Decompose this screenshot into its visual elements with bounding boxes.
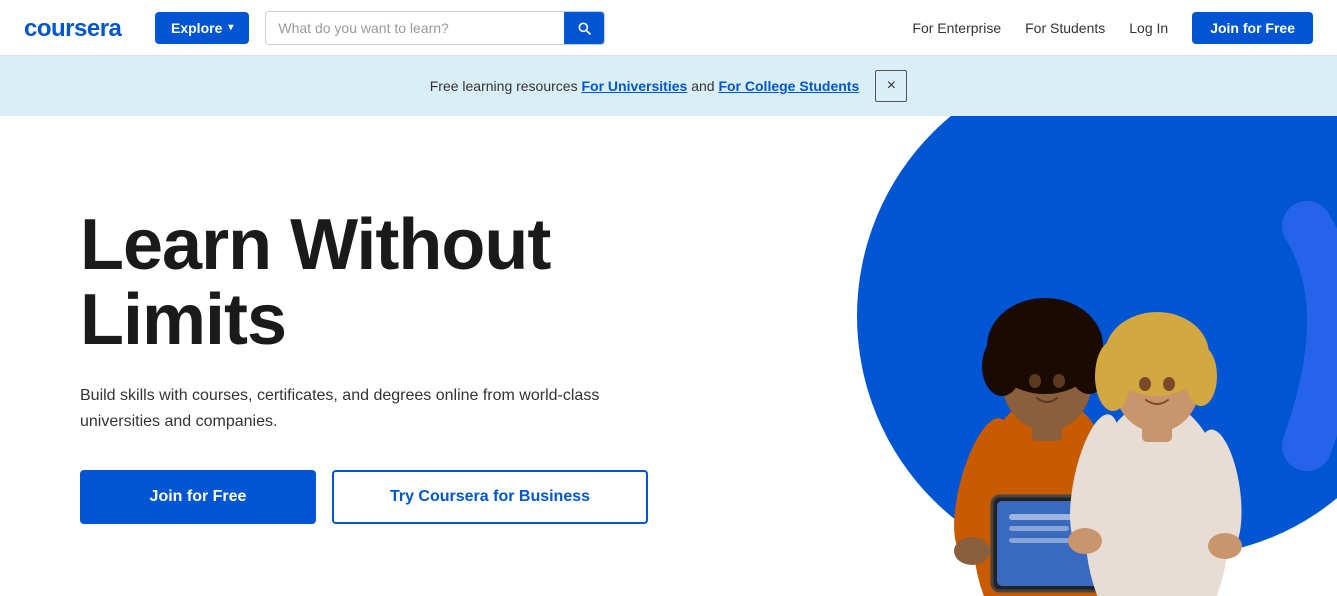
nav-links: For Enterprise For Students Log In Join … xyxy=(912,12,1313,44)
hero-business-button[interactable]: Try Coursera for Business xyxy=(332,470,648,524)
navbar: coursera Explore ▾ For Enterprise For St… xyxy=(0,0,1337,56)
coursera-logo[interactable]: coursera xyxy=(24,14,139,42)
search-button[interactable] xyxy=(564,12,604,44)
search-input[interactable] xyxy=(266,12,564,44)
hero-section: Learn Without Limits Build skills with c… xyxy=(0,116,1337,596)
for-enterprise-link[interactable]: For Enterprise xyxy=(912,20,1001,36)
banner-message: Free learning resources For Universities… xyxy=(430,78,860,94)
explore-button[interactable]: Explore ▾ xyxy=(155,12,249,44)
hero-join-button[interactable]: Join for Free xyxy=(80,470,316,524)
hero-title: Learn Without Limits xyxy=(80,208,727,359)
svg-text:coursera: coursera xyxy=(24,15,123,42)
banner-text-middle: and xyxy=(691,78,718,94)
explore-label: Explore xyxy=(171,20,222,36)
hero-content: Learn Without Limits Build skills with c… xyxy=(80,208,727,524)
promo-banner: Free learning resources For Universities… xyxy=(0,56,1337,116)
college-students-link[interactable]: For College Students xyxy=(718,78,859,94)
hero-subtitle: Build skills with courses, certificates,… xyxy=(80,383,620,434)
chevron-down-icon: ▾ xyxy=(228,22,233,33)
search-icon xyxy=(576,20,592,36)
for-students-link[interactable]: For Students xyxy=(1025,20,1105,36)
hero-buttons: Join for Free Try Coursera for Business xyxy=(80,470,727,524)
hero-image-area xyxy=(817,116,1337,596)
login-link[interactable]: Log In xyxy=(1129,20,1168,36)
hero-illustration xyxy=(817,116,1337,596)
search-bar xyxy=(265,11,605,45)
banner-text-prefix: Free learning resources xyxy=(430,78,582,94)
nav-join-button[interactable]: Join for Free xyxy=(1192,12,1313,44)
banner-close-button[interactable]: × xyxy=(875,70,907,102)
universities-link[interactable]: For Universities xyxy=(581,78,687,94)
logo-svg: coursera xyxy=(24,14,139,42)
